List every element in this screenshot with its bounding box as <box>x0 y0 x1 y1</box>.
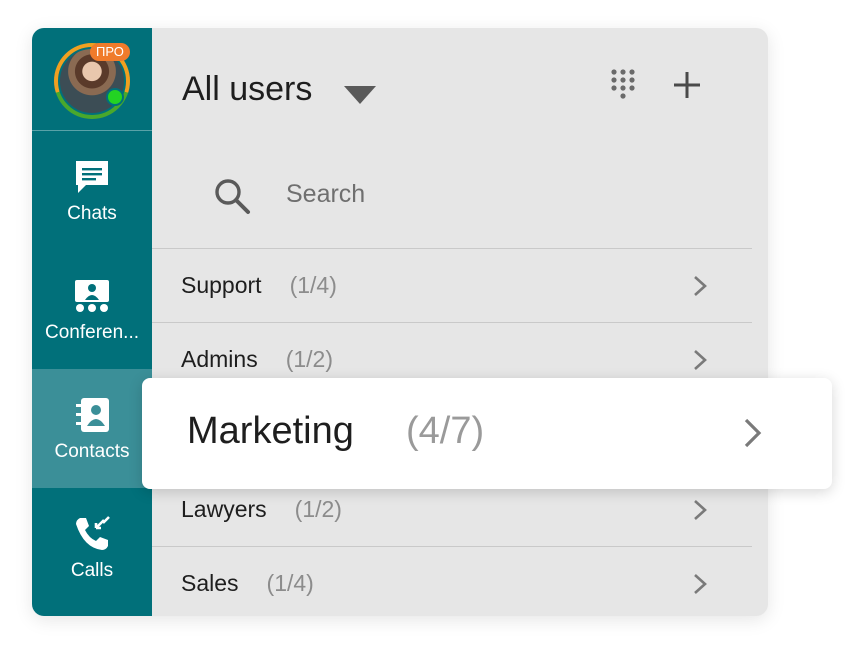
search-input[interactable]: Search <box>286 180 365 209</box>
triangle-down-icon[interactable] <box>344 86 376 104</box>
sidebar-item-label: Calls <box>70 559 114 581</box>
list-item-marketing[interactable]: Marketing (4/7) <box>142 378 832 489</box>
main-panel: All users Search Support (1/4) Admins (1… <box>152 28 768 616</box>
chevron-right-icon <box>694 499 707 520</box>
profile-area[interactable]: ПРО <box>32 28 152 131</box>
pro-badge: ПРО <box>90 43 130 61</box>
group-name: Sales <box>181 570 239 596</box>
chevron-right-icon <box>694 573 707 594</box>
calls-icon <box>76 515 110 550</box>
contacts-icon <box>76 397 109 432</box>
conference-icon <box>75 279 109 312</box>
group-name: Admins <box>181 346 258 372</box>
app-window: ПРО Chats Conferen... Contacts Calls All… <box>32 28 768 616</box>
sidebar: ПРО Chats Conferen... Contacts Calls <box>32 28 152 616</box>
sidebar-item-contacts[interactable]: Contacts <box>32 369 152 488</box>
sidebar-item-label: Conferen... <box>45 321 139 343</box>
group-name: Support <box>181 272 262 298</box>
list-item-support[interactable]: Support (1/4) <box>152 248 752 322</box>
group-count: (1/2) <box>294 496 342 522</box>
group-name: Lawyers <box>181 496 267 522</box>
group-count: (1/4) <box>289 272 337 298</box>
group-name: Marketing <box>187 410 354 452</box>
group-count: (1/2) <box>285 346 333 372</box>
sidebar-item-conferences[interactable]: Conferen... <box>32 250 152 369</box>
plus-icon[interactable] <box>672 70 702 100</box>
search-icon <box>215 179 250 214</box>
chevron-right-icon <box>694 275 707 296</box>
chevron-right-icon <box>744 418 762 448</box>
sidebar-item-chats[interactable]: Chats <box>32 131 152 250</box>
sidebar-item-label: Contacts <box>54 440 130 462</box>
sidebar-item-label: Chats <box>67 202 117 224</box>
list-item-sales[interactable]: Sales (1/4) <box>152 546 752 616</box>
online-status-indicator <box>106 88 124 106</box>
dialpad-icon[interactable] <box>610 68 636 102</box>
page-title[interactable]: All users <box>182 70 312 109</box>
chevron-right-icon <box>694 349 707 370</box>
chat-icon <box>76 160 108 193</box>
group-count: (4/7) <box>406 410 485 452</box>
group-count: (1/4) <box>266 570 314 596</box>
sidebar-item-calls[interactable]: Calls <box>32 488 152 607</box>
